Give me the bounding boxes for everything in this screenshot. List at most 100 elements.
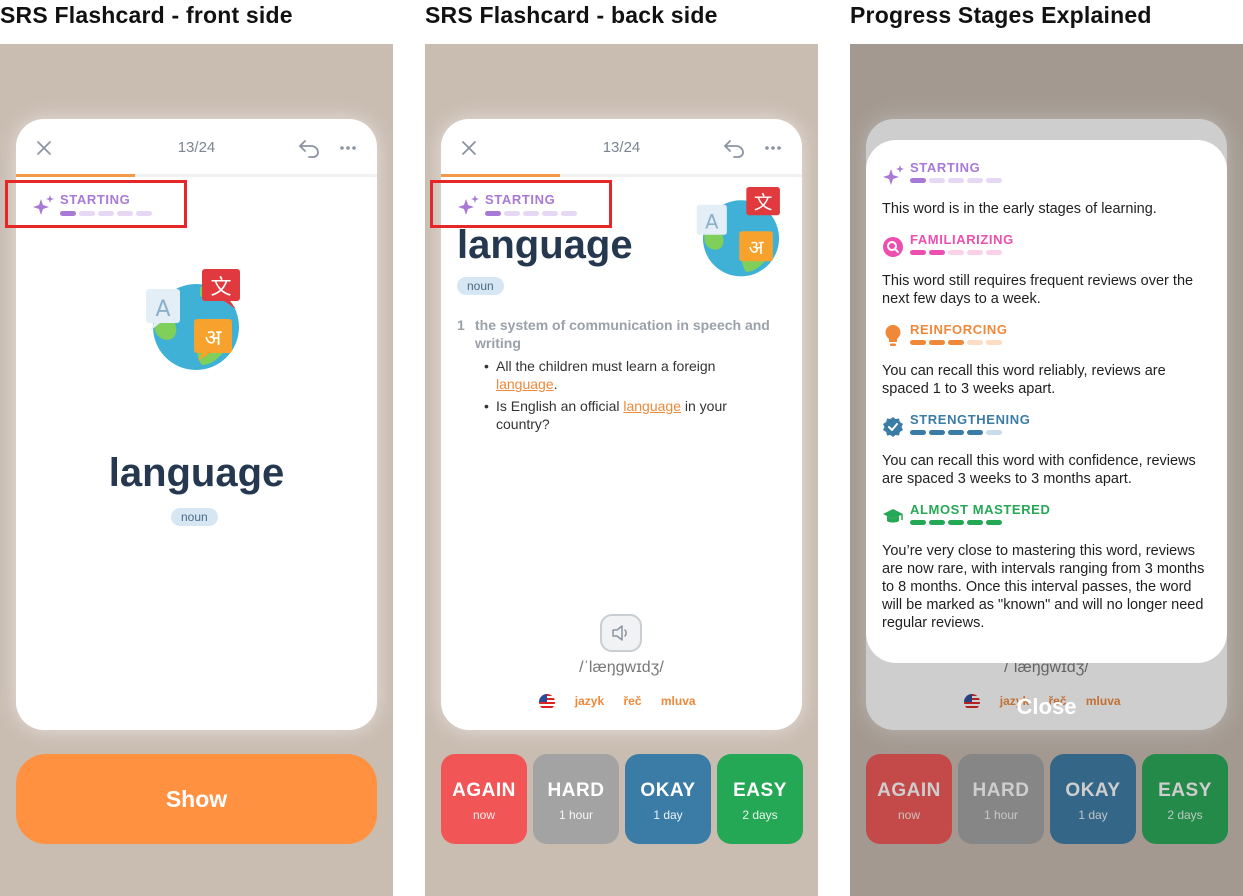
translation-item[interactable]: řeč (623, 694, 641, 708)
stage-dot (929, 178, 945, 183)
stage-dot (986, 430, 1002, 435)
stage-label: STRENGTHENING (910, 412, 1031, 427)
speaker-icon[interactable] (600, 614, 642, 652)
more-icon[interactable] (760, 135, 786, 161)
example-sentence: All the children must learn a foreign la… (484, 357, 777, 393)
section-title-stages: Progress Stages Explained (850, 2, 1152, 28)
translations-row: jazyk řeč mluva (441, 694, 802, 710)
card-header: 13/24 (16, 119, 377, 177)
more-icon[interactable] (335, 135, 361, 161)
grade-label: EASY (733, 780, 787, 801)
progress-bar (16, 174, 377, 177)
example-text: . (553, 376, 558, 392)
stage-progress-dots (910, 340, 1002, 345)
stage-dot (967, 340, 983, 345)
stage-dot (986, 178, 1002, 183)
svg-text:अ: अ (749, 236, 765, 259)
language-globe-illustration: A 文 अ (146, 269, 240, 370)
grade-interval: 2 days (742, 808, 778, 822)
translation-item[interactable]: mluva (661, 694, 696, 708)
stage-dot (929, 520, 945, 525)
stage-dot (967, 430, 983, 435)
easy-button[interactable]: EASY 2 days (717, 754, 803, 844)
stage-label: STARTING (910, 160, 981, 175)
progress-bar-fill (16, 174, 136, 177)
stage-dot (910, 178, 926, 183)
stage-progress-dots (910, 250, 1002, 255)
stage-progress-dots (910, 178, 1002, 183)
undo-icon[interactable] (721, 135, 747, 161)
definition-block: 1 the system of communication in speech … (457, 316, 777, 433)
part-of-speech-badge: noun (457, 277, 504, 295)
grade-buttons: AGAIN now HARD 1 hour OKAY 1 day EASY 2 days (441, 754, 803, 844)
stage-starting: STARTING This word is in the early stage… (882, 160, 1211, 232)
stage-dot (986, 340, 1002, 345)
grade-interval: now (472, 808, 495, 822)
stage-dot (948, 340, 964, 345)
example-highlight[interactable]: language (623, 398, 681, 414)
stage-dot (929, 250, 945, 255)
phonetic-transcription: /ˈlæŋɡwɪdʒ/ (579, 659, 664, 676)
grade-interval: 1 hour (558, 808, 594, 822)
highlight-box (430, 180, 612, 228)
progress-bar (441, 174, 802, 177)
highlight-box (5, 180, 187, 228)
stage-dot (910, 250, 926, 255)
stage-dot (967, 178, 983, 183)
part-of-speech-badge: noun (171, 508, 218, 526)
example-sentence: Is English an official language in your … (484, 397, 777, 433)
progress-bar-fill (441, 174, 561, 177)
stage-dot (929, 430, 945, 435)
back-side-panel: 13/24 STARTING language noun A 文 अ 1 the… (425, 44, 818, 896)
stage-strengthening: STRENGTHENING You can recall this word w… (882, 412, 1211, 502)
stage-label: ALMOST MASTERED (910, 502, 1051, 517)
again-button[interactable]: AGAIN now (441, 754, 527, 844)
section-title-front: SRS Flashcard - front side (0, 2, 293, 28)
word-text: language (108, 451, 285, 495)
word-text: language (457, 223, 633, 267)
close-button[interactable]: Close (850, 694, 1243, 720)
stage-almost-mastered: ALMOST MASTERED You’re very close to mas… (882, 502, 1211, 632)
svg-text:A: A (155, 297, 170, 322)
stage-description: You can recall this word with confidence… (882, 453, 1196, 487)
stages-modal: STARTING This word is in the early stage… (866, 140, 1227, 663)
example-highlight[interactable]: language (496, 376, 554, 392)
magnifier-icon (883, 237, 903, 257)
stage-dot (948, 430, 964, 435)
section-title-back: SRS Flashcard - back side (425, 2, 718, 28)
card-counter: 13/24 (602, 139, 641, 156)
example-text: All the children must learn a foreign (496, 358, 716, 374)
stages-explained-panel: /ˈlæŋɡwɪdʒ/ jazyk řeč mluva AGAIN now HAR… (850, 44, 1243, 896)
svg-text:文: 文 (211, 275, 232, 299)
show-button[interactable]: Show (16, 754, 377, 844)
grade-interval: 1 day (653, 808, 683, 822)
us-flag-icon (539, 694, 556, 710)
stage-dot (967, 250, 983, 255)
lightbulb-icon (885, 325, 901, 346)
grade-label: OKAY (640, 780, 696, 801)
svg-text:A: A (705, 211, 719, 234)
stage-dot (910, 340, 926, 345)
stage-familiarizing: FAMILIARIZING This word still requires f… (882, 232, 1211, 322)
stage-label: FAMILIARIZING (910, 232, 1014, 247)
svg-text:अ: अ (205, 326, 223, 351)
stage-description: This word is in the early stages of lear… (882, 201, 1157, 217)
stage-dot (910, 430, 926, 435)
okay-button[interactable]: OKAY 1 day (625, 754, 711, 844)
front-side-panel: 13/24 STARTING A 文 अ language noun Show (0, 44, 393, 896)
stage-label: REINFORCING (910, 322, 1008, 337)
example-text: Is English an official (496, 398, 624, 414)
stage-description: You can recall this word reliably, revie… (882, 363, 1166, 397)
stage-progress-dots (910, 520, 1002, 525)
language-globe-illustration: A 文 अ (696, 187, 780, 277)
hard-button[interactable]: HARD 1 hour (533, 754, 619, 844)
undo-icon[interactable] (296, 135, 322, 161)
stage-dot (948, 178, 964, 183)
translation-item[interactable]: jazyk (575, 694, 604, 708)
graduation-cap-icon (883, 509, 903, 523)
stage-progress-dots (910, 430, 1002, 435)
grade-label: HARD (547, 780, 605, 801)
stage-dot (948, 250, 964, 255)
card-counter: 13/24 (177, 139, 216, 156)
grade-label: AGAIN (452, 780, 516, 801)
